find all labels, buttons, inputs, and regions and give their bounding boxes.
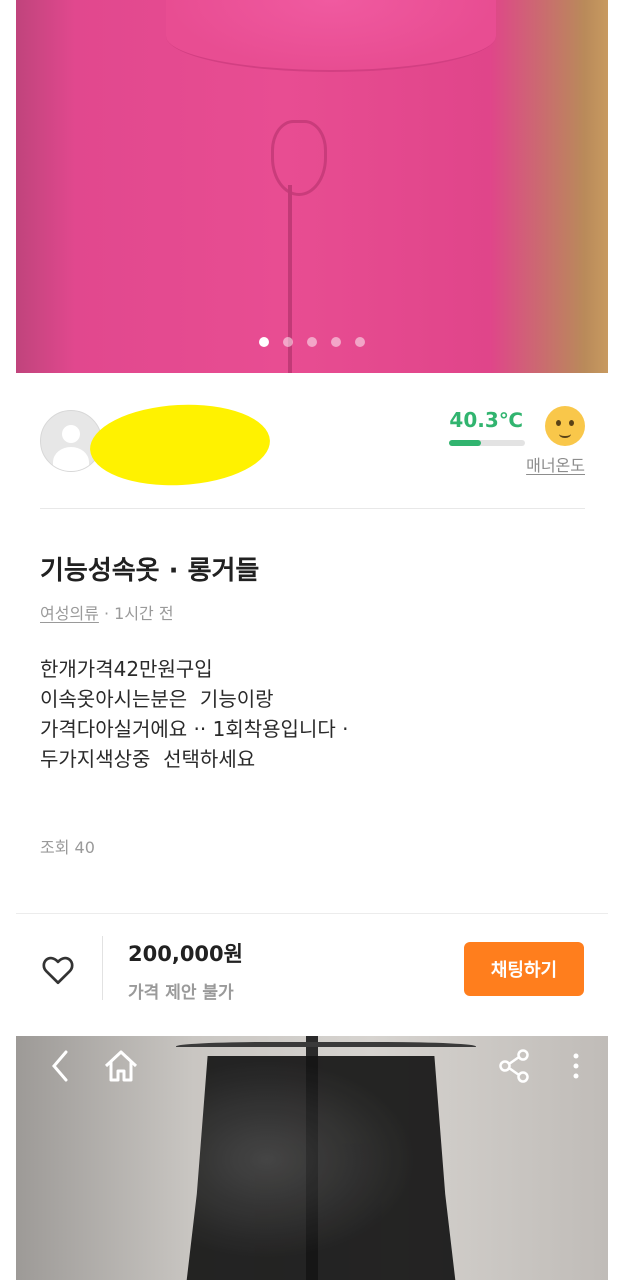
price: 200,000원 bbox=[128, 942, 243, 966]
gallery-dot[interactable] bbox=[307, 337, 317, 347]
divider bbox=[102, 936, 103, 1000]
category-link[interactable]: 여성의류 bbox=[40, 604, 99, 623]
seller-profile[interactable]: 40.3℃ 매너온도 bbox=[40, 400, 585, 490]
gallery-dot[interactable] bbox=[355, 337, 365, 347]
bottom-bar: 200,000원 가격 제안 불가 채팅하기 bbox=[16, 913, 608, 1024]
gallery-dots bbox=[16, 332, 608, 351]
gallery-dot[interactable] bbox=[259, 337, 269, 347]
smiley-face-icon bbox=[545, 406, 585, 446]
temperature-bar-fill bbox=[449, 440, 481, 446]
temperature-bar bbox=[449, 440, 525, 446]
product-meta: 여성의류 · 1시간 전 bbox=[40, 600, 174, 624]
avatar-body bbox=[53, 447, 89, 471]
product-photo[interactable] bbox=[16, 0, 608, 373]
divider bbox=[40, 508, 585, 509]
negotiation-status: 가격 제안 불가 bbox=[128, 983, 234, 1003]
product-title: 기능성속옷 · 롱거들 bbox=[40, 556, 260, 586]
back-arrow-icon[interactable] bbox=[46, 1046, 74, 1086]
lace-trim bbox=[166, 0, 496, 72]
view-count: 조회 40 bbox=[40, 838, 95, 857]
heart-icon[interactable] bbox=[40, 952, 76, 988]
posted-time: · 1시간 전 bbox=[98, 604, 174, 623]
manner-temperature: 40.3℃ bbox=[449, 408, 523, 432]
gallery-dot[interactable] bbox=[331, 337, 341, 347]
gallery-dot[interactable] bbox=[283, 337, 293, 347]
product-description: 한개가격42만원구입 이속옷아시는분은 기능이랑 가격다아실거에요 ·· 1회착… bbox=[40, 657, 349, 771]
avatar-head bbox=[62, 425, 80, 443]
more-icon[interactable] bbox=[566, 1046, 586, 1086]
redacted-seller-name bbox=[88, 400, 272, 490]
chat-button[interactable]: 채팅하기 bbox=[464, 942, 584, 996]
manner-temperature-label[interactable]: 매너온도 bbox=[526, 452, 585, 476]
home-icon[interactable] bbox=[102, 1046, 140, 1086]
black-lace-garment bbox=[186, 1056, 456, 1280]
share-icon[interactable] bbox=[496, 1046, 532, 1086]
hanger bbox=[176, 1042, 476, 1057]
garment-seam bbox=[271, 120, 327, 196]
